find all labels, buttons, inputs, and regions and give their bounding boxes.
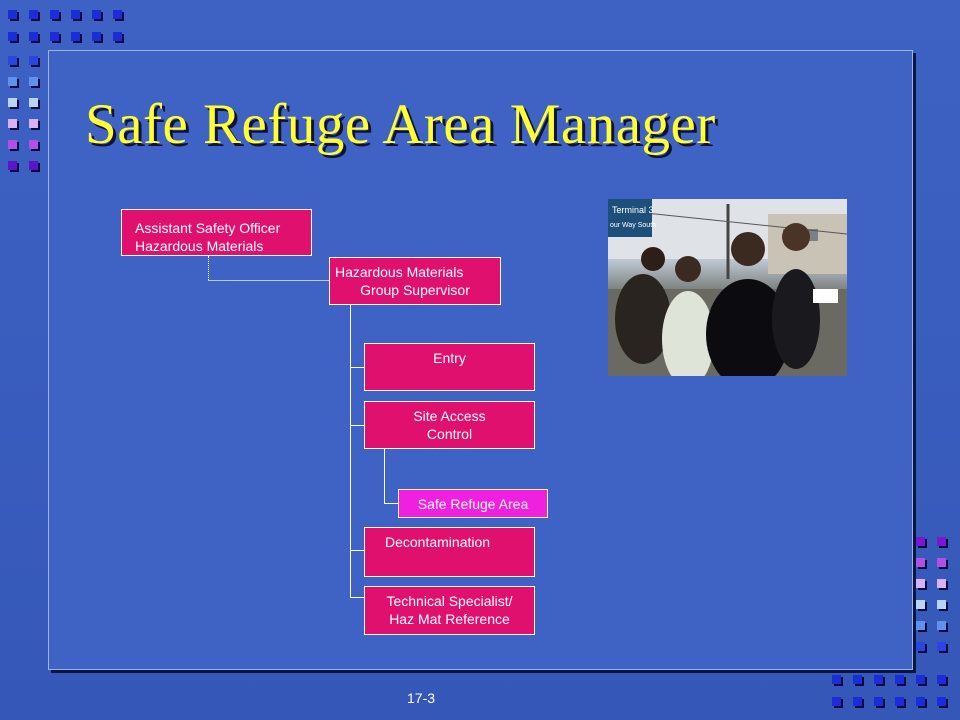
site-access-control-line1: Site Access <box>413 408 486 424</box>
corner-square <box>92 32 103 43</box>
corner-square <box>916 600 927 611</box>
corner-square <box>29 119 40 130</box>
corner-square <box>937 621 948 632</box>
decontamination-box: Decontamination <box>364 527 535 577</box>
connector-technical <box>350 597 365 598</box>
assistant-safety-officer-line2: Hazardous Materials <box>135 238 264 254</box>
technical-specialist-line1: Technical Specialist/ <box>386 593 513 609</box>
technical-specialist-line2: Haz Mat Reference <box>389 611 510 627</box>
corner-square <box>895 675 906 686</box>
corner-square <box>937 579 948 590</box>
corner-square <box>29 98 40 109</box>
corner-square <box>29 10 40 21</box>
corner-square <box>853 675 864 686</box>
corner-square <box>29 77 40 88</box>
safe-refuge-area-label: Safe Refuge Area <box>417 496 529 512</box>
connector-officer-down <box>208 256 209 280</box>
corner-square <box>916 579 927 590</box>
corner-square <box>92 10 103 21</box>
corner-square <box>874 675 885 686</box>
technical-specialist-box: Technical Specialist/ Haz Mat Reference <box>364 586 535 635</box>
corner-square <box>8 98 19 109</box>
corner-square <box>853 697 864 708</box>
corner-square <box>937 558 948 569</box>
corner-square <box>8 77 19 88</box>
corner-square <box>8 161 19 172</box>
responders-photo: Terminal 3 our Way South <box>608 199 847 376</box>
corner-square <box>916 537 927 548</box>
corner-square <box>113 10 124 21</box>
connector-site-access <box>350 425 365 426</box>
entry-box: Entry <box>364 343 535 391</box>
corner-square <box>937 537 948 548</box>
entry-label: Entry <box>433 350 466 366</box>
connector-site-access-sub <box>384 449 385 503</box>
assistant-safety-officer-line1: Assistant Safety Officer <box>135 220 281 236</box>
sign-text-line2: our Way South <box>610 222 656 229</box>
corner-square <box>832 675 843 686</box>
connector-entry <box>350 367 365 368</box>
corner-square <box>71 32 82 43</box>
corner-square <box>71 10 82 21</box>
corner-square <box>916 621 927 632</box>
corner-square <box>50 32 61 43</box>
corner-square <box>916 642 927 653</box>
corner-square <box>895 697 906 708</box>
corner-square <box>832 697 843 708</box>
slide-number: 17-3 <box>407 690 436 706</box>
site-access-control-box: Site Access Control <box>364 401 535 449</box>
connector-supervisor-trunk <box>350 305 351 598</box>
group-supervisor-line2: Group Supervisor <box>360 282 470 298</box>
corner-square <box>29 56 40 67</box>
connector-decon <box>350 550 365 551</box>
sign-text-line1: Terminal 3 <box>612 205 654 215</box>
slide-title: Safe Refuge Area Manager <box>85 93 716 156</box>
site-access-control-line2: Control <box>426 426 473 442</box>
corner-square <box>29 32 40 43</box>
decontamination-label: Decontamination <box>385 534 491 550</box>
corner-square <box>916 675 927 686</box>
corner-square <box>916 697 927 708</box>
corner-square <box>937 697 948 708</box>
corner-square <box>916 558 927 569</box>
responders-photo-illustration: Terminal 3 our Way South <box>608 199 847 376</box>
corner-square <box>937 600 948 611</box>
connector-safe-refuge <box>384 503 399 504</box>
group-supervisor-line1: Hazardous Materials <box>335 264 464 280</box>
corner-square <box>113 32 124 43</box>
corner-square <box>29 161 40 172</box>
corner-square <box>874 697 885 708</box>
corner-square <box>8 119 19 130</box>
corner-square <box>937 675 948 686</box>
corner-square <box>50 10 61 21</box>
corner-square <box>8 140 19 151</box>
connector-officer-across <box>208 280 330 281</box>
corner-square <box>8 56 19 67</box>
corner-square <box>29 140 40 151</box>
corner-square <box>8 32 19 43</box>
corner-square <box>8 10 19 21</box>
corner-square <box>937 642 948 653</box>
safe-refuge-area-box: Safe Refuge Area <box>398 489 548 518</box>
group-supervisor-box: Hazardous Materials Group Supervisor <box>329 257 501 305</box>
assistant-safety-officer-box: Assistant Safety Officer Hazardous Mater… <box>121 209 312 256</box>
